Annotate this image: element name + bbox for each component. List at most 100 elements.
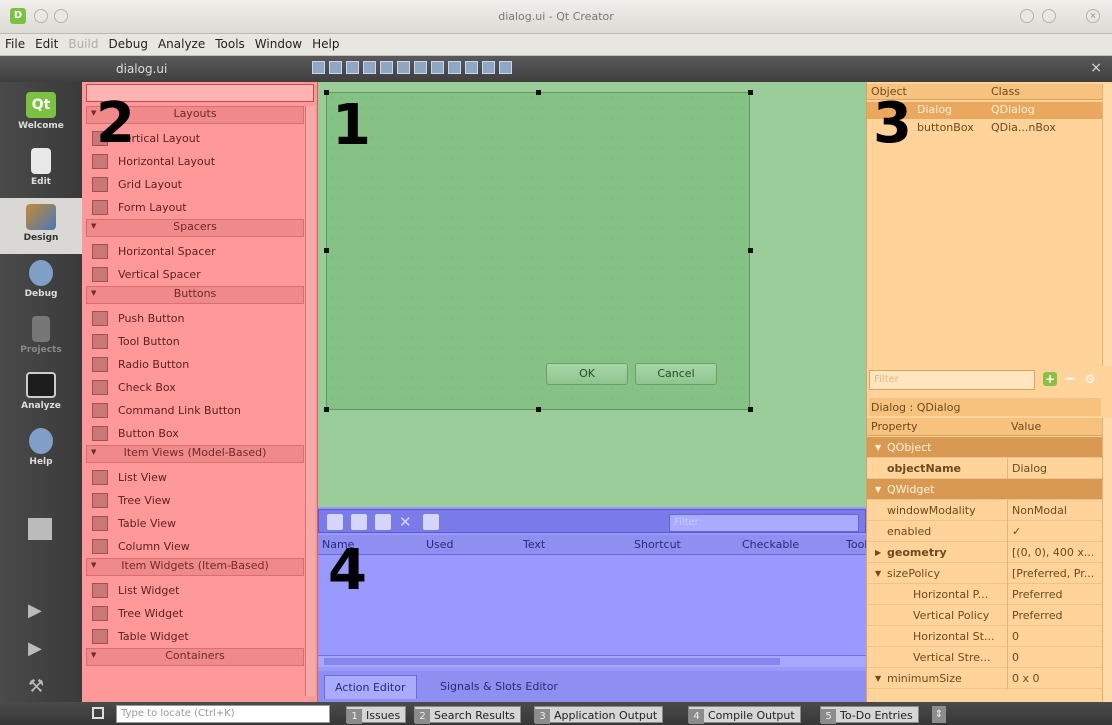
- widget-item[interactable]: Table View: [86, 512, 304, 535]
- widget-category-header[interactable]: Item Views (Model-Based): [86, 445, 304, 463]
- break-layout-icon[interactable]: [482, 61, 495, 74]
- edit-widgets-icon[interactable]: [312, 61, 325, 74]
- property-row[interactable]: windowModality NonModal: [867, 500, 1103, 521]
- pane-issues[interactable]: 1 Issues: [346, 706, 407, 724]
- mode-welcome[interactable]: Qt Welcome: [0, 86, 82, 142]
- resize-handle[interactable]: [748, 90, 753, 95]
- col-checkable[interactable]: Checkable: [742, 538, 799, 551]
- col-shortcut[interactable]: Shortcut: [634, 538, 681, 551]
- tab-signals-slots[interactable]: Signals & Slots Editor: [430, 675, 568, 699]
- widget-item[interactable]: Column View: [86, 535, 304, 558]
- resize-handle[interactable]: [324, 90, 329, 95]
- widget-item[interactable]: Vertical Spacer: [86, 263, 304, 286]
- scrollbar-thumb[interactable]: [324, 658, 780, 665]
- mode-design[interactable]: Design: [0, 198, 82, 254]
- widget-item[interactable]: List Widget: [86, 579, 304, 602]
- edit-buddies-icon[interactable]: [346, 61, 359, 74]
- property-row[interactable]: Horizontal St... 0: [867, 626, 1103, 647]
- object-inspector-scrollbar[interactable]: [1102, 84, 1112, 366]
- widget-item[interactable]: Push Button: [86, 307, 304, 330]
- layout-horizontal-icon[interactable]: [380, 61, 393, 74]
- resize-handle[interactable]: [748, 407, 753, 412]
- widget-item[interactable]: Check Box: [86, 376, 304, 399]
- widget-category-header[interactable]: Containers: [86, 648, 304, 666]
- property-value[interactable]: Dialog: [1007, 458, 1093, 479]
- menu-analyze[interactable]: Analyze: [153, 34, 210, 51]
- property-row[interactable]: enabled ✓: [867, 521, 1103, 542]
- layout-vertical-icon[interactable]: [397, 61, 410, 74]
- mode-edit[interactable]: Edit: [0, 142, 82, 198]
- resize-handle[interactable]: [324, 407, 329, 412]
- widget-item[interactable]: Horizontal Spacer: [86, 240, 304, 263]
- cancel-button[interactable]: Cancel: [635, 363, 717, 385]
- minimize-button[interactable]: [1020, 9, 1034, 23]
- property-value[interactable]: ✓: [1007, 521, 1093, 542]
- expand-arrow-icon[interactable]: ▶: [875, 548, 881, 557]
- pane-compile-output[interactable]: 4 Compile Output: [688, 706, 801, 724]
- widget-item[interactable]: List View: [86, 466, 304, 489]
- collapse-arrow-icon[interactable]: ▼: [875, 674, 881, 683]
- collapse-arrow-icon[interactable]: ▼: [875, 485, 881, 494]
- locator-input[interactable]: Type to locate (Ctrl+K): [116, 705, 330, 723]
- new-action-icon[interactable]: [327, 514, 343, 530]
- property-value[interactable]: Preferred: [1007, 584, 1093, 605]
- more-panes-icon[interactable]: ⇕: [932, 706, 946, 723]
- layout-grid-icon[interactable]: [448, 61, 461, 74]
- resize-handle[interactable]: [748, 248, 753, 253]
- build-hammer-icon[interactable]: ⚒: [28, 676, 54, 700]
- widget-item[interactable]: Tool Button: [86, 330, 304, 353]
- menu-edit[interactable]: Edit: [30, 34, 63, 51]
- delete-action-icon[interactable]: ✕: [399, 514, 415, 530]
- paste-action-icon[interactable]: [375, 514, 391, 530]
- toggle-sidebar-icon[interactable]: [92, 707, 104, 719]
- resize-handle[interactable]: [324, 248, 329, 253]
- copy-action-icon[interactable]: [351, 514, 367, 530]
- action-table-scrollbar[interactable]: [318, 655, 866, 667]
- property-row[interactable]: objectName Dialog: [867, 458, 1103, 479]
- pane-application-output[interactable]: 3 Application Output: [534, 706, 664, 724]
- menu-debug[interactable]: Debug: [103, 34, 152, 51]
- property-group-row[interactable]: QObject ▼: [867, 437, 1103, 458]
- run-icon[interactable]: ▶: [28, 600, 54, 624]
- property-value[interactable]: 0: [1007, 647, 1093, 668]
- add-dynamic-property-icon[interactable]: +: [1043, 372, 1057, 386]
- mode-debug[interactable]: Debug: [0, 254, 82, 310]
- property-value[interactable]: 0: [1007, 626, 1093, 647]
- layout-splitter-h-icon[interactable]: [414, 61, 427, 74]
- collapse-arrow-icon[interactable]: ▼: [875, 569, 881, 578]
- debug-run-icon[interactable]: ▶: [28, 638, 54, 662]
- adjust-size-icon[interactable]: [499, 61, 512, 74]
- property-value[interactable]: [Preferred, Pr...: [1007, 563, 1093, 584]
- menu-help[interactable]: Help: [307, 34, 344, 51]
- layout-form-icon[interactable]: [465, 61, 478, 74]
- layout-splitter-v-icon[interactable]: [431, 61, 444, 74]
- property-editor-scrollbar[interactable]: [1102, 418, 1112, 702]
- property-row[interactable]: geometry ▶ [(0, 0), 400 x...: [867, 542, 1103, 563]
- mode-help[interactable]: Help: [0, 422, 82, 478]
- edit-tab-order-icon[interactable]: [363, 61, 376, 74]
- property-value[interactable]: 0 x 0: [1007, 668, 1093, 689]
- open-file-tab[interactable]: dialog.ui: [116, 62, 167, 76]
- widget-box-scrollbar[interactable]: [305, 106, 315, 696]
- pane-todo-entries[interactable]: 5 To-Do Entries: [820, 706, 919, 724]
- widget-category-header[interactable]: Spacers: [86, 219, 304, 237]
- property-group-row[interactable]: QWidget ▼: [867, 479, 1103, 500]
- configure-action-icon[interactable]: [423, 514, 439, 530]
- col-class[interactable]: Class: [991, 85, 1020, 98]
- maximize-button[interactable]: [1042, 9, 1056, 23]
- action-filter-input[interactable]: Filter: [669, 514, 859, 532]
- ok-button[interactable]: OK: [546, 363, 628, 385]
- property-value[interactable]: [(0, 0), 400 x...: [1007, 542, 1093, 563]
- resize-handle[interactable]: [536, 90, 541, 95]
- menu-tools[interactable]: Tools: [210, 34, 250, 51]
- col-property[interactable]: Property: [871, 420, 918, 433]
- widget-category-header[interactable]: Buttons: [86, 286, 304, 304]
- widget-item[interactable]: Table Widget: [86, 625, 304, 648]
- remove-property-icon[interactable]: −: [1063, 372, 1077, 386]
- widget-item[interactable]: Tree Widget: [86, 602, 304, 625]
- property-row[interactable]: Horizontal P... Preferred: [867, 584, 1103, 605]
- col-tooltip[interactable]: ToolTip: [846, 538, 866, 551]
- widget-item[interactable]: Command Link Button: [86, 399, 304, 422]
- menu-file[interactable]: File: [0, 34, 30, 51]
- mode-analyze[interactable]: Analyze: [0, 366, 82, 422]
